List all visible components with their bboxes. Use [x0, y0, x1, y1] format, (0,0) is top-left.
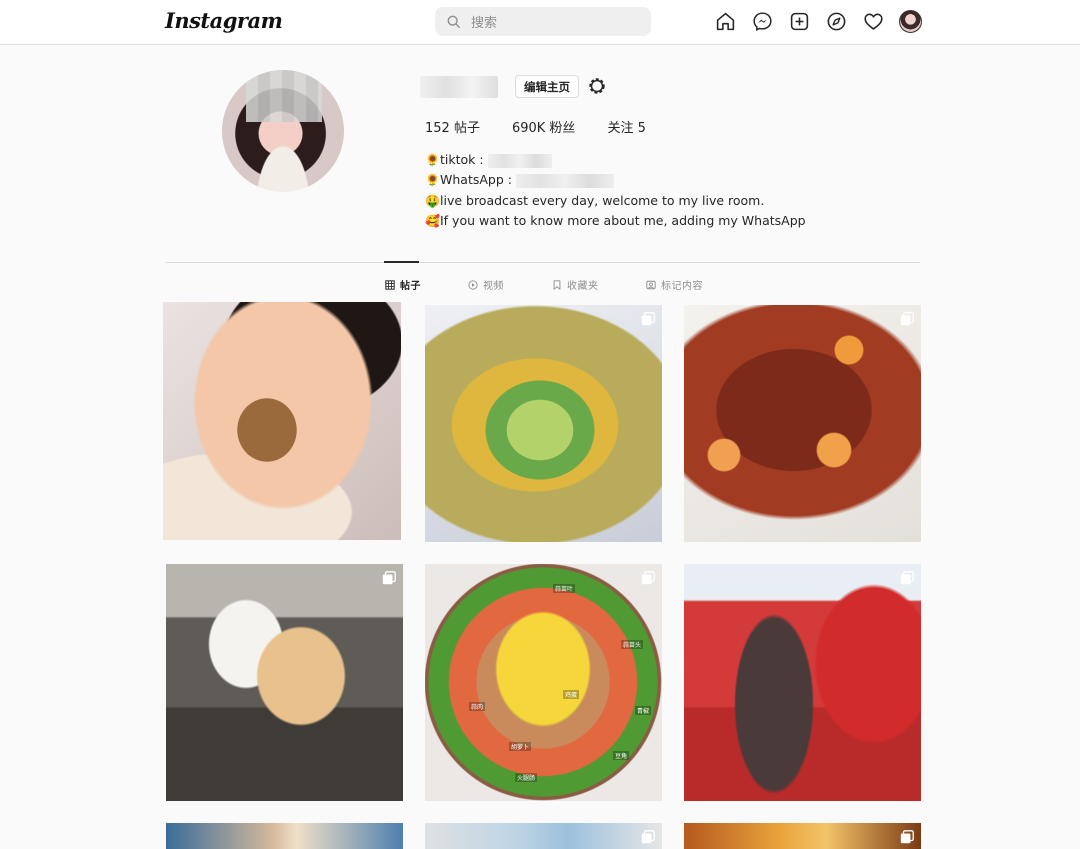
bookmark-icon [553, 279, 561, 290]
post-tile-vegetable-plate[interactable]: 蒜苗叶 蒜苗头 鸡蛋 青椒 蒜肉 胡萝卜 火腿肠 豆角 [425, 564, 662, 801]
posts-count: 152 帖子 [425, 121, 480, 136]
home-icon[interactable] [714, 10, 737, 33]
profile-stats: 152 帖子 690K 粉丝 关注 5 [425, 117, 646, 136]
bio-line-contact: 🥰If you want to know more about me, addi… [425, 211, 806, 231]
post-tile-egg-pancake[interactable] [425, 305, 662, 542]
following-count[interactable]: 关注 5 [607, 117, 645, 136]
multiple-photos-icon [641, 571, 655, 585]
settings-gear-icon[interactable] [586, 75, 608, 97]
tab-tagged[interactable]: 标记内容 [646, 277, 703, 292]
photo-label: 蒜苗叶 [553, 584, 576, 593]
tab-posts[interactable]: 帖子 [385, 277, 421, 292]
multiple-photos-icon [900, 571, 914, 585]
photo-label: 鸡蛋 [563, 690, 580, 699]
post-tile-partial[interactable] [425, 823, 662, 849]
photo-label: 蒜肉 [469, 702, 486, 711]
play-icon [468, 279, 478, 290]
money-face-icon: 🤑 [425, 193, 440, 208]
post-tile-braised-pork[interactable] [684, 305, 921, 542]
post-tile-baby[interactable] [163, 302, 401, 540]
sunflower-icon: 🌻 [425, 153, 440, 167]
new-post-icon[interactable] [788, 10, 811, 33]
photo-label: 蒜苗头 [621, 640, 644, 649]
privacy-blur [246, 70, 322, 122]
heart-icon[interactable] [862, 10, 885, 33]
photo-label: 青椒 [635, 706, 652, 715]
username-redacted [420, 76, 498, 98]
search-placeholder: 搜索 [471, 16, 498, 31]
instagram-logo[interactable]: Instagram [165, 8, 283, 33]
post-tile-market[interactable] [684, 564, 921, 801]
multiple-photos-icon [900, 312, 914, 326]
top-navigation-bar: Instagram 搜索 [0, 0, 1080, 45]
bio-line-tiktok: 🌻tiktok : [425, 150, 806, 170]
tabs-divider [166, 262, 920, 263]
explore-icon[interactable] [825, 10, 848, 33]
photo-label: 豆角 [613, 751, 630, 760]
multiple-photos-icon [382, 571, 396, 585]
grid-icon [385, 279, 395, 290]
active-tab-indicator [384, 261, 419, 263]
multiple-photos-icon [641, 312, 655, 326]
photo-label: 火腿肠 [515, 773, 538, 782]
edit-profile-button[interactable]: 编辑主页 [515, 75, 579, 98]
profile-avatar[interactable] [899, 10, 922, 33]
smiling-hearts-icon: 🥰 [425, 213, 440, 228]
profile-picture[interactable] [222, 70, 344, 192]
profile-bio: 🌻tiktok : 🌻WhatsApp : 🤑live broadcast ev… [425, 150, 806, 231]
followers-count[interactable]: 690K 粉丝 [512, 117, 575, 136]
tab-saved[interactable]: 收藏夹 [552, 277, 599, 292]
multiple-photos-icon [900, 830, 914, 844]
post-tile-partial[interactable] [684, 823, 921, 849]
bio-line-live: 🤑live broadcast every day, welcome to my… [425, 191, 806, 211]
multiple-photos-icon [641, 830, 655, 844]
photo-label: 胡萝卜 [509, 742, 532, 751]
post-tile-partial[interactable] [166, 823, 403, 849]
tab-videos[interactable]: 视频 [468, 277, 504, 292]
messenger-icon[interactable] [751, 10, 774, 33]
sunflower-icon: 🌻 [425, 173, 440, 188]
search-input[interactable]: 搜索 [435, 7, 651, 36]
bio-line-whatsapp: 🌻WhatsApp : [425, 170, 806, 190]
post-tile-dogs[interactable] [166, 564, 403, 801]
tag-icon [646, 280, 656, 289]
redacted-text [487, 153, 552, 168]
search-icon [447, 15, 461, 28]
redacted-text [515, 173, 614, 188]
